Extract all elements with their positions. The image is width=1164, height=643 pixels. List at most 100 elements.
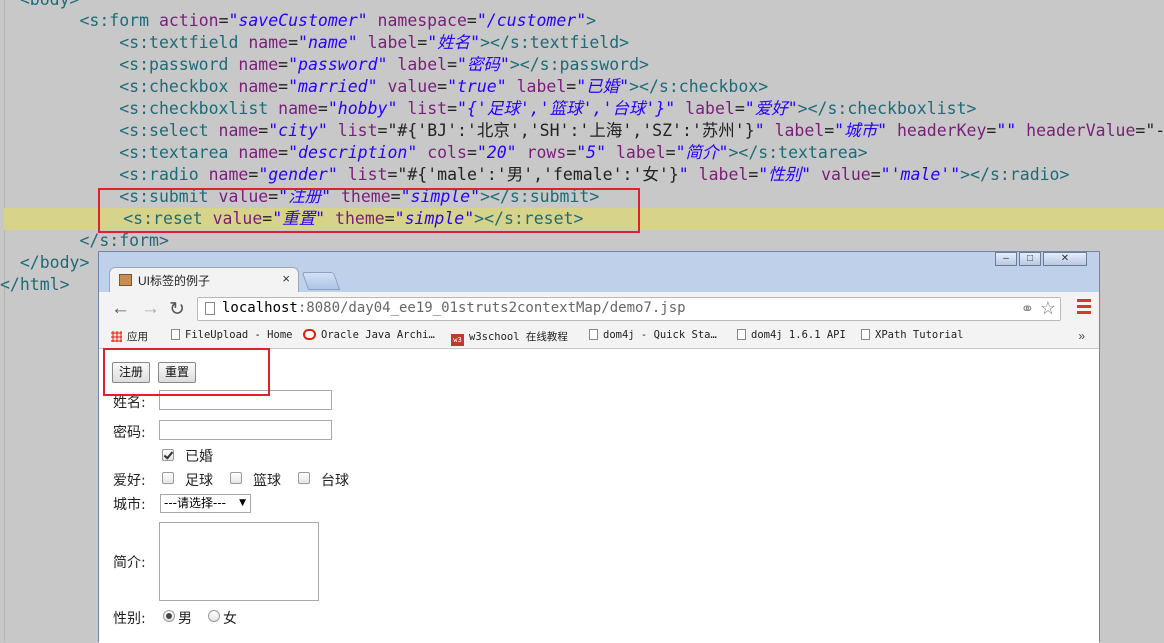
code-token: = bbox=[734, 99, 745, 118]
bookmark-xpath[interactable]: XPath Tutorial bbox=[861, 329, 964, 341]
code-token: = bbox=[466, 143, 477, 162]
new-tab-button[interactable] bbox=[301, 272, 341, 290]
code-token: "saveCustomer" bbox=[228, 11, 368, 30]
code-token: name bbox=[248, 33, 289, 52]
bookmark-label: Oracle Java Archi… bbox=[321, 329, 435, 341]
browser-tab[interactable]: UI标签的例子 × bbox=[109, 267, 299, 292]
code-token: list bbox=[337, 121, 378, 140]
code-token: "" bbox=[996, 121, 1017, 140]
code-token: = bbox=[437, 77, 448, 96]
code-token: = bbox=[248, 165, 259, 184]
hobby-checkbox[interactable] bbox=[298, 472, 310, 484]
bookmark-dom4j-api[interactable]: dom4j 1.6.1 API bbox=[737, 329, 846, 341]
url-text[interactable]: localhost:8080/day04_ee19_01struts2conte… bbox=[222, 300, 686, 316]
highlight-box-browser bbox=[103, 348, 270, 396]
code-token: "城市" bbox=[834, 121, 888, 140]
bookmark-label: dom4j - Quick Sta… bbox=[603, 329, 717, 341]
bookmark-oracle[interactable]: Oracle Java Archi… bbox=[303, 329, 435, 341]
code-token: = bbox=[278, 77, 289, 96]
code-token: "/customer" bbox=[476, 11, 587, 30]
code-token: ></s:checkbox> bbox=[629, 77, 769, 96]
code-token: <s:password bbox=[0, 55, 239, 74]
bookmarks-bar: 应用 FileUpload - Home Oracle Java Archi… … bbox=[99, 326, 1099, 349]
gender-radio[interactable] bbox=[163, 610, 175, 622]
code-token: = bbox=[748, 165, 759, 184]
code-token: list bbox=[347, 165, 388, 184]
hobby-option-label: 篮球 bbox=[253, 473, 281, 489]
code-token: "简介" bbox=[675, 143, 729, 162]
page-icon bbox=[589, 329, 598, 340]
back-arrow-icon[interactable]: ← bbox=[111, 298, 130, 320]
code-line: <s:form action="saveCustomer" namespace=… bbox=[0, 10, 596, 32]
maximize-button[interactable]: □ bbox=[1019, 252, 1041, 266]
code-token: "name" bbox=[298, 33, 358, 52]
w3school-icon: w3 bbox=[451, 334, 464, 346]
code-token: ></s:checkboxlist> bbox=[797, 99, 977, 118]
bookmark-label: XPath Tutorial bbox=[875, 329, 964, 341]
bookmarks-more-icon[interactable]: » bbox=[1078, 329, 1085, 343]
code-line: <s:checkbox name="married" value="true" … bbox=[0, 76, 768, 98]
code-token: ></s:password> bbox=[509, 55, 649, 74]
code-token: label bbox=[685, 99, 735, 118]
hobby-checkbox[interactable] bbox=[230, 472, 242, 484]
forward-arrow-icon[interactable]: → bbox=[141, 298, 160, 320]
code-token: = bbox=[447, 55, 457, 74]
bookmark-fileupload[interactable]: FileUpload - Home bbox=[171, 329, 292, 341]
code-token: = bbox=[870, 165, 881, 184]
hobby-checkbox[interactable] bbox=[162, 472, 174, 484]
password-input[interactable] bbox=[159, 420, 332, 440]
code-token: "已婚" bbox=[576, 77, 630, 96]
bookmark-label: w3school 在线教程 bbox=[469, 331, 568, 343]
code-line: <s:textfield name="name" label="姓名"></s:… bbox=[0, 32, 629, 54]
code-token: "姓名" bbox=[427, 33, 481, 52]
code-token: "爱好" bbox=[744, 99, 798, 118]
code-token: label bbox=[367, 33, 418, 52]
chrome-menu-icon[interactable] bbox=[1077, 299, 1091, 317]
code-token: <s:select bbox=[0, 121, 219, 140]
browser-window: – □ ✕ UI标签的例子 × ← → ↻ localhost:8080/day… bbox=[98, 251, 1100, 643]
bookmark-dom4j-quickstart[interactable]: dom4j - Quick Sta… bbox=[589, 329, 717, 341]
city-select[interactable]: ---请选择--- ▼ bbox=[160, 494, 251, 513]
code-token: "{'足球','篮球','台球'}" bbox=[457, 99, 676, 118]
code-token: ></s:textfield> bbox=[480, 33, 630, 52]
married-checkbox[interactable] bbox=[162, 449, 174, 461]
code-token: = bbox=[665, 143, 676, 162]
city-select-value: ---请选择--- bbox=[164, 496, 226, 510]
code-line: </s:form> bbox=[0, 230, 169, 252]
address-bar[interactable]: localhost:8080/day04_ee19_01struts2conte… bbox=[197, 297, 1061, 321]
code-token: name bbox=[238, 143, 279, 162]
close-window-button[interactable]: ✕ bbox=[1043, 252, 1087, 266]
minimize-button[interactable]: – bbox=[995, 252, 1017, 266]
page-icon bbox=[737, 329, 746, 340]
bookmark-w3school[interactable]: w3 w3school 在线教程 bbox=[451, 329, 568, 346]
key-icon[interactable]: ⚭ bbox=[1021, 299, 1034, 319]
code-token: headerKey bbox=[896, 121, 987, 140]
code-token: = bbox=[288, 33, 299, 52]
code-line: <s:textarea name="description" cols="20"… bbox=[0, 142, 867, 164]
reload-icon[interactable]: ↻ bbox=[169, 298, 185, 321]
code-token: " bbox=[678, 165, 689, 184]
bookmark-apps[interactable]: 应用 bbox=[111, 329, 148, 344]
code-token: ="- bbox=[1135, 121, 1164, 140]
tab-close-icon[interactable]: × bbox=[282, 271, 290, 286]
description-textarea[interactable] bbox=[159, 522, 319, 601]
dropdown-arrow-icon: ▼ bbox=[239, 498, 246, 508]
code-token: value bbox=[821, 165, 871, 184]
code-token: headerValue bbox=[1026, 121, 1136, 140]
gender-radio[interactable] bbox=[208, 610, 220, 622]
code-token: </s:form> bbox=[0, 231, 169, 250]
code-token: "密码" bbox=[457, 55, 510, 74]
apps-icon bbox=[111, 331, 122, 342]
bookmark-star-icon[interactable]: ☆ bbox=[1040, 298, 1056, 319]
oracle-icon bbox=[303, 329, 316, 340]
code-token: name bbox=[208, 165, 249, 184]
code-line: </body> bbox=[0, 252, 90, 274]
code-token: label bbox=[698, 165, 749, 184]
code-token: <body> bbox=[0, 0, 80, 9]
code-token: </body> bbox=[0, 253, 90, 272]
